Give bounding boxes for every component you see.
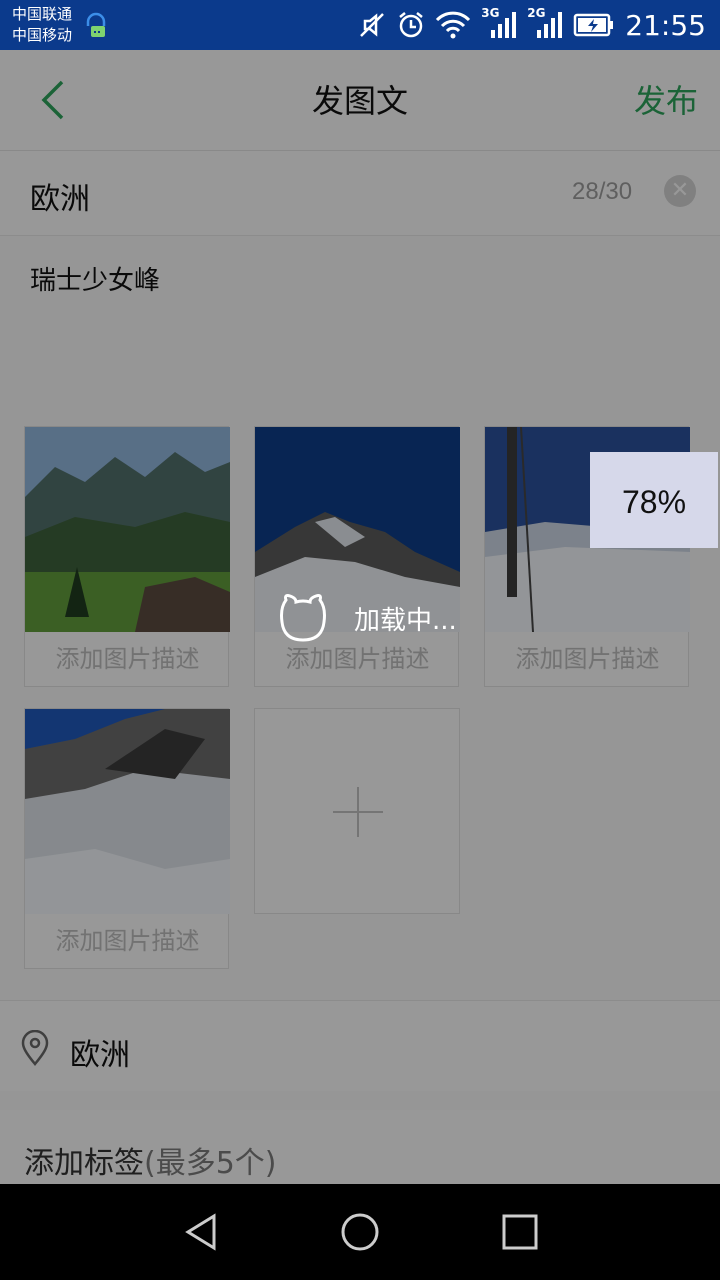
loading-indicator: 加载中... — [276, 592, 457, 644]
nav-back-icon[interactable] — [182, 1212, 220, 1252]
nav-recents-icon[interactable] — [502, 1214, 538, 1250]
system-nav-bar — [0, 1184, 720, 1280]
carrier-1: 中国联通 — [12, 5, 73, 23]
signal-3g: 3G — [481, 6, 517, 40]
status-bar: 中国联通 中国移动 3G 2G 21:55 — [0, 0, 720, 50]
upload-progress: 78% — [590, 452, 718, 548]
wifi-icon — [436, 11, 471, 39]
carrier-2: 中国移动 — [12, 26, 73, 44]
clock: 21:55 — [625, 8, 706, 42]
battery-charging-icon — [574, 13, 614, 37]
loading-mascot-icon — [280, 594, 326, 642]
mute-icon — [360, 13, 385, 37]
nav-home-icon[interactable] — [340, 1212, 380, 1252]
signal-2g: 2G — [527, 6, 563, 40]
loading-text: 加载中... — [354, 605, 457, 636]
status-icons: 3G 2G 21:55 — [357, 0, 706, 50]
alarm-icon — [399, 12, 424, 38]
carrier-info: 中国联通 中国移动 — [12, 4, 72, 46]
headset-icon — [86, 12, 106, 37]
signal-bars-icon — [491, 12, 517, 38]
signal-bars-icon — [537, 12, 563, 38]
